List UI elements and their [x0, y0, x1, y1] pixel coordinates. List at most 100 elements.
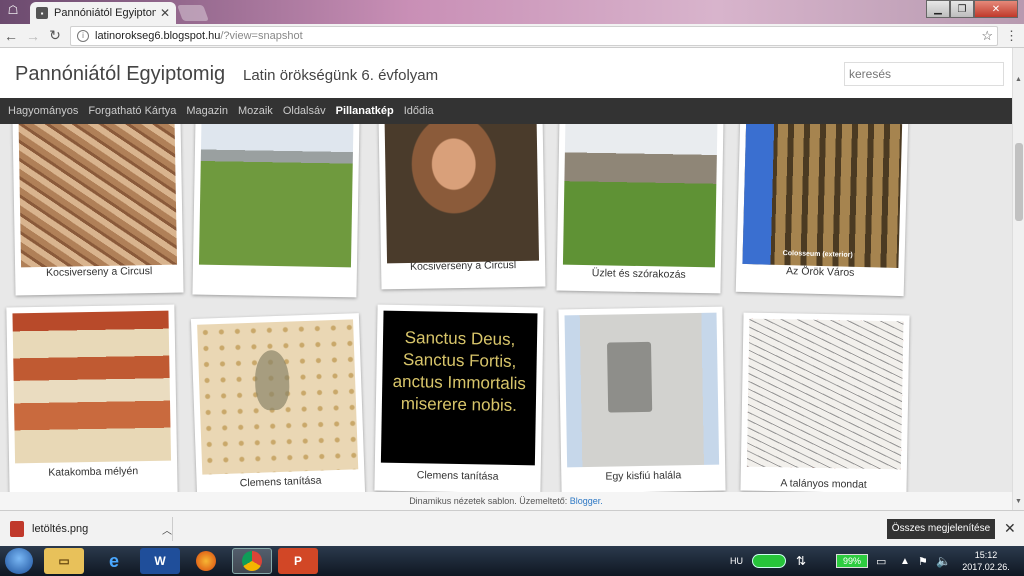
scroll-down-icon[interactable]: ▼: [1015, 498, 1022, 505]
explorer-icon[interactable]: ▭: [44, 548, 84, 574]
nav-item-hagyomanyos[interactable]: Hagyományos: [8, 105, 78, 117]
blogger-link[interactable]: Blogger.: [570, 496, 603, 506]
power-icon[interactable]: ▭: [876, 546, 886, 576]
address-toolbar: ← → ↻ i latinorokseg6.blogspot.hu /?view…: [0, 24, 1024, 48]
nav-item-oldalsav[interactable]: Oldalsáv: [283, 105, 326, 117]
incognito-icon[interactable]: ☖: [4, 3, 22, 21]
url-path: /?view=snapshot: [220, 30, 303, 42]
info-icon[interactable]: i: [77, 30, 89, 42]
page-footer: Dinamikus nézetek sablon. Üzemeltető: Bl…: [0, 492, 1012, 510]
post-image: [746, 318, 904, 470]
post-image: [197, 319, 359, 475]
chevron-up-icon[interactable]: ︿: [162, 522, 172, 537]
show-all-downloads-button[interactable]: Összes megjelenítése: [887, 519, 995, 539]
post-image: [564, 312, 720, 468]
image-text-line: Sanctus Deus,: [404, 328, 516, 349]
post-card[interactable]: Egy kisfiú halála: [558, 306, 726, 492]
clock-time: 15:12: [974, 550, 998, 560]
image-text-line: anctus Immortalis: [392, 371, 527, 394]
start-button[interactable]: [5, 548, 33, 574]
post-image: [198, 124, 354, 268]
forward-icon[interactable]: →: [22, 28, 44, 44]
file-image-icon: [10, 521, 24, 537]
download-item[interactable]: letöltés.png ︿: [10, 517, 172, 541]
download-bar-close-icon[interactable]: ✕: [1004, 520, 1016, 537]
browser-titlebar: ☖ ▪ Pannóniától Egyiptomig ✕ ▁ ❐ ✕: [0, 0, 1024, 24]
nav-item-idodia[interactable]: Idődia: [404, 105, 434, 117]
post-caption: A talányos mondat: [780, 477, 867, 491]
system-clock[interactable]: 15:12 2017.02.26.: [958, 549, 1014, 573]
network-pill-icon[interactable]: [752, 554, 786, 568]
post-image: [12, 310, 172, 464]
post-caption: Egy kisfiú halála: [605, 469, 682, 483]
post-card[interactable]: Üzlet és szórakozás: [556, 124, 724, 294]
image-overlay-label: Colosseum (exterior): [782, 249, 853, 259]
network-icon[interactable]: ⇅: [796, 546, 806, 576]
post-caption: Katakomba mélyén: [48, 465, 139, 479]
nav-item-pillanatkep[interactable]: Pillanatkép: [336, 105, 394, 117]
nav-item-forgathato-kartya[interactable]: Forgatható Kártya: [88, 105, 176, 117]
bird-figure: [254, 349, 291, 411]
browser-tab[interactable]: ▪ Pannóniától Egyiptomig ✕: [30, 2, 176, 24]
post-image: [384, 124, 540, 264]
scrollbar-thumb[interactable]: [1015, 143, 1023, 221]
post-image: [562, 124, 718, 268]
star-icon[interactable]: ☆: [981, 28, 993, 44]
scroll-up-icon[interactable]: ▲: [1015, 76, 1022, 83]
statue-niche: [606, 341, 653, 413]
blog-title[interactable]: Pannóniától Egyiptomig: [15, 63, 225, 86]
favicon-icon: ▪: [36, 7, 48, 19]
language-indicator[interactable]: HU: [730, 546, 743, 576]
footer-text: Dinamikus nézetek sablon. Üzemeltető:: [409, 496, 568, 506]
tab-close-icon[interactable]: ✕: [160, 6, 170, 20]
window-controls: ▁ ❐ ✕: [926, 0, 1018, 18]
minimize-button[interactable]: ▁: [926, 0, 950, 18]
post-card[interactable]: Clemens tanítása: [190, 313, 366, 492]
post-image: [18, 124, 178, 268]
maximize-button[interactable]: ❐: [950, 0, 974, 18]
snapshot-grid: Kocsiverseny a Circusl Kocsiverseny a Ci…: [0, 124, 1012, 492]
volume-icon[interactable]: 🔈: [936, 546, 951, 576]
post-card[interactable]: Sanctus Deus, Sanctus Fortis, anctus Imm…: [374, 304, 544, 492]
powerpoint-icon[interactable]: P: [278, 548, 318, 574]
nav-item-magazin[interactable]: Magazin: [186, 105, 228, 117]
url-host: latinorokseg6.blogspot.hu: [95, 30, 221, 42]
blog-description: Latin örökségünk 6. évfolyam: [243, 67, 439, 84]
post-card[interactable]: [192, 124, 360, 298]
ie-icon[interactable]: e: [94, 548, 134, 574]
post-caption: Üzlet és szórakozás: [591, 267, 686, 281]
search-input[interactable]: [844, 62, 1004, 86]
url-input[interactable]: i latinorokseg6.blogspot.hu /?view=snaps…: [70, 26, 998, 46]
post-caption: Kocsiverseny a Circusl: [45, 265, 153, 279]
download-filename: letöltés.png: [32, 523, 89, 535]
image-text-line: Sanctus Fortis,: [402, 350, 517, 371]
nav-item-mozaik[interactable]: Mozaik: [238, 105, 273, 117]
window-close-button[interactable]: ✕: [974, 0, 1018, 18]
battery-indicator[interactable]: 99%: [836, 554, 868, 568]
blog-header: Pannóniától Egyiptomig Latin örökségünk …: [0, 48, 1012, 98]
post-caption: Clemens tanítása: [239, 474, 322, 490]
post-image: Sanctus Deus, Sanctus Fortis, anctus Imm…: [380, 310, 538, 466]
post-caption: Kocsiverseny a Circusl: [409, 259, 517, 273]
post-caption: Clemens tanítása: [416, 469, 499, 483]
back-icon[interactable]: ←: [0, 28, 22, 44]
chrome-icon[interactable]: [232, 548, 272, 574]
show-hidden-icon[interactable]: ▲: [900, 546, 910, 576]
vertical-scrollbar[interactable]: ▲ ▼: [1012, 48, 1024, 510]
post-card[interactable]: Colosseum (exterior) Az Örök Város: [735, 124, 909, 297]
post-card[interactable]: Kocsiverseny a Circusl: [378, 124, 546, 290]
reload-icon[interactable]: ↻: [44, 27, 66, 44]
divider: [172, 517, 173, 541]
download-bar: letöltés.png ︿ Összes megjelenítése ✕: [0, 510, 1024, 546]
kebab-icon[interactable]: ⋮: [1005, 28, 1018, 44]
view-nav: Hagyományos Forgatható Kártya Magazin Mo…: [0, 98, 1012, 124]
new-tab-button[interactable]: [177, 5, 209, 21]
tab-title: Pannóniától Egyiptomig: [54, 7, 156, 19]
firefox-icon[interactable]: [186, 548, 226, 574]
post-card[interactable]: A talányos mondat: [740, 312, 910, 492]
clock-date: 2017.02.26.: [962, 562, 1010, 572]
post-card[interactable]: Katakomba mélyén: [6, 304, 178, 492]
word-icon[interactable]: W: [140, 548, 180, 574]
post-card[interactable]: Kocsiverseny a Circusl: [12, 124, 184, 296]
flag-icon[interactable]: ⚑: [918, 546, 928, 576]
